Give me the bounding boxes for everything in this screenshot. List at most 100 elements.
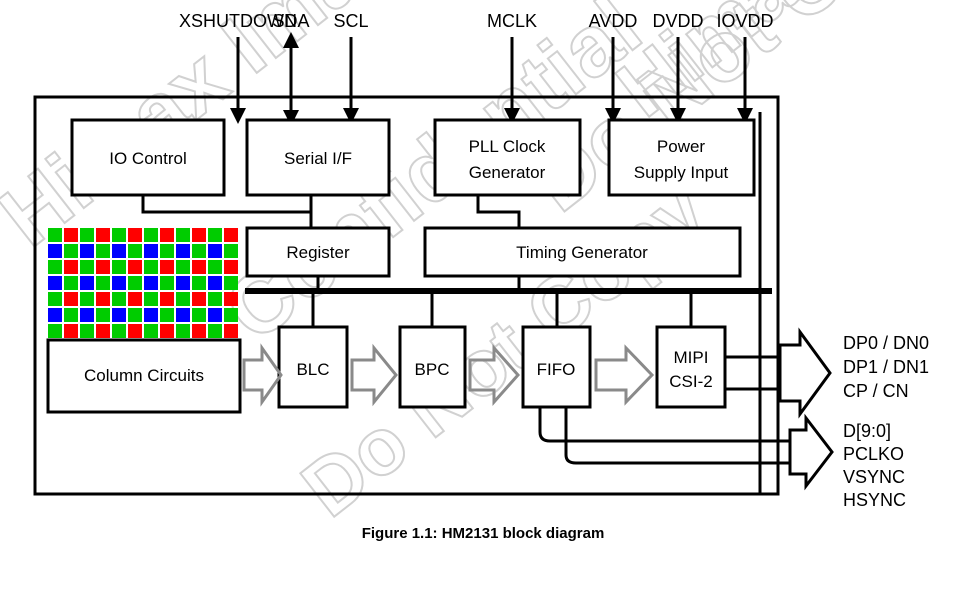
pixel-cell: [144, 324, 158, 338]
pin-label-scl: SCL: [333, 11, 368, 31]
output-label-dp0: DP0 / DN0: [843, 333, 929, 353]
pixel-cell: [144, 308, 158, 322]
pixel-cell: [160, 244, 174, 258]
pixel-cell: [224, 308, 238, 322]
pixel-cell: [96, 244, 110, 258]
block-label-pll-line1: PLL Clock: [469, 137, 546, 156]
pixel-cell: [144, 276, 158, 290]
pixel-cell: [160, 292, 174, 306]
pixel-cell: [64, 228, 78, 242]
pixel-cell: [176, 244, 190, 258]
block-label-bpc: BPC: [415, 360, 450, 379]
pixel-cell: [176, 260, 190, 274]
pixel-cell: [64, 324, 78, 338]
pixel-cell: [64, 244, 78, 258]
flow-arrow-fifo-to-mipi: [594, 344, 655, 406]
pixel-cell: [160, 260, 174, 274]
output-label-cp-cn: CP / CN: [843, 381, 909, 401]
block-label-serial-if: Serial I/F: [284, 149, 352, 168]
pixel-cell: [224, 260, 238, 274]
pixel-cell: [208, 228, 222, 242]
pixel-cell: [128, 244, 142, 258]
pixel-cell: [192, 276, 206, 290]
block-diagram-figure: Himax Image Confidential Do Not Copy Do …: [0, 0, 966, 595]
pixel-cell: [128, 292, 142, 306]
pixel-cell: [48, 260, 62, 274]
pixel-cell: [208, 292, 222, 306]
pixel-cell: [192, 324, 206, 338]
output-label-d90: D[9:0]: [843, 421, 891, 441]
parallel-output-arrow: [788, 413, 834, 491]
pixel-cell: [48, 276, 62, 290]
block-label-blc: BLC: [296, 360, 329, 379]
pixel-cell: [160, 276, 174, 290]
block-mipi-csi2[interactable]: [655, 325, 727, 409]
pixel-cell: [192, 292, 206, 306]
pixel-cell: [64, 260, 78, 274]
pixel-cell: [80, 276, 94, 290]
pixel-cell: [176, 228, 190, 242]
pixel-cell: [160, 324, 174, 338]
output-label-hsync: HSYNC: [843, 490, 906, 510]
output-labels-parallel: D[9:0] PCLKO VSYNC HSYNC: [843, 421, 906, 510]
pixel-cell: [112, 228, 126, 242]
pixel-cell: [224, 228, 238, 242]
pixel-cell: [48, 228, 62, 242]
pixel-cell: [176, 324, 190, 338]
pixel-cell: [48, 324, 62, 338]
block-label-timing-generator: Timing Generator: [516, 243, 648, 262]
pixel-cell: [80, 308, 94, 322]
block-label-pll-line2: Generator: [469, 163, 546, 182]
diagram-canvas: Himax Image Confidential Do Not Copy Do …: [0, 0, 966, 542]
flow-arrow-column-to-blc: [242, 343, 283, 407]
arrowhead-xshutdown: [230, 108, 246, 124]
pixel-cell: [160, 228, 174, 242]
pixel-cell: [160, 308, 174, 322]
pixel-cell: [112, 276, 126, 290]
pixel-cell: [48, 308, 62, 322]
pixel-cell: [96, 276, 110, 290]
block-label-register: Register: [286, 243, 350, 262]
pixel-cell: [48, 292, 62, 306]
pixel-cell: [208, 260, 222, 274]
pixel-cell: [96, 228, 110, 242]
pin-label-dvdd: DVDD: [652, 11, 703, 31]
pixel-cell: [96, 292, 110, 306]
pin-label-sda: SDA: [272, 11, 309, 31]
block-pll-clock-generator[interactable]: [433, 118, 582, 197]
pixel-cell: [128, 276, 142, 290]
block-label-io-control: IO Control: [109, 149, 186, 168]
block-label-column-circuits: Column Circuits: [84, 366, 204, 385]
pixel-cell: [192, 260, 206, 274]
pixel-cell: [144, 292, 158, 306]
pixel-cell: [144, 228, 158, 242]
top-pin-labels: XSHUTDOWN SDA SCL MCLK AVDD DVDD IOVDD: [179, 11, 774, 31]
pixel-cell: [192, 244, 206, 258]
pin-label-avdd: AVDD: [589, 11, 638, 31]
parallel-output-wires: [538, 407, 834, 491]
pixel-cell: [48, 244, 62, 258]
pixel-cell: [128, 324, 142, 338]
pixel-cell: [64, 276, 78, 290]
output-label-dp1: DP1 / DN1: [843, 357, 929, 377]
pixel-cell: [208, 276, 222, 290]
block-label-mipi-line1: MIPI: [674, 348, 709, 367]
pixel-cell: [112, 324, 126, 338]
pixel-cell: [80, 228, 94, 242]
pixel-cell: [112, 292, 126, 306]
pin-label-mclk: MCLK: [487, 11, 537, 31]
pixel-cell: [224, 276, 238, 290]
pixel-cell: [176, 308, 190, 322]
pixel-cell: [176, 276, 190, 290]
pixel-cell: [96, 260, 110, 274]
pixel-cell: [80, 260, 94, 274]
pixel-cell: [176, 292, 190, 306]
pixel-cell: [192, 308, 206, 322]
output-label-pclko: PCLKO: [843, 444, 904, 464]
pixel-cell: [80, 292, 94, 306]
pixel-cell: [64, 308, 78, 322]
block-power-supply-input[interactable]: [607, 118, 756, 197]
figure-caption: Figure 1.1: HM2131 block diagram: [362, 525, 605, 542]
mipi-output-arrow: [778, 327, 832, 419]
block-label-mipi-line2: CSI-2: [669, 372, 712, 391]
